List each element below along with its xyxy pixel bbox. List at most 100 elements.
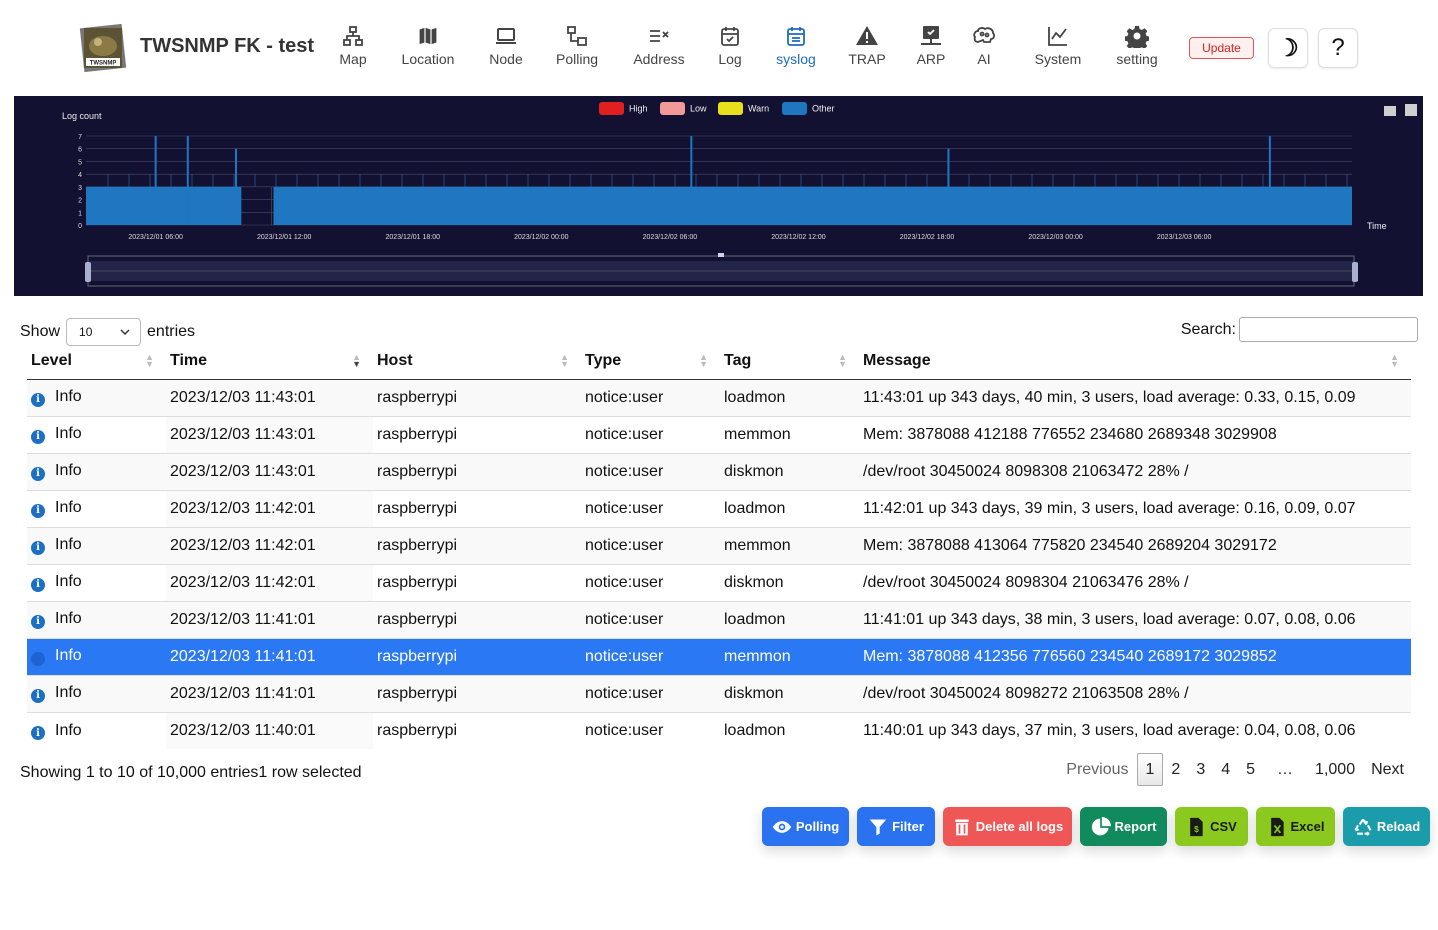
table-row[interactable]: i Info 2023/12/03 11:41:01 raspberrypi notic… bbox=[27, 600, 1411, 638]
info-icon: i bbox=[31, 503, 45, 518]
y-tick-label: 5 bbox=[78, 159, 82, 166]
nav-node[interactable]: Node bbox=[486, 24, 526, 72]
filter-button[interactable]: Filter bbox=[857, 807, 935, 846]
nav-map[interactable]: Map bbox=[338, 24, 368, 72]
zoom-drag-handle bbox=[718, 253, 724, 257]
nav-trap[interactable]: TRAP bbox=[847, 24, 887, 72]
column-header-type[interactable]: Type ▲ ▼ bbox=[581, 344, 720, 380]
nav-trap-label: TRAP bbox=[848, 51, 886, 67]
cell-time: 2023/12/03 11:41:01 bbox=[166, 637, 373, 675]
level-text: Info bbox=[55, 684, 82, 702]
table-row[interactable]: i Info 2023/12/03 11:42:01 raspberrypi notic… bbox=[27, 526, 1411, 564]
theme-toggle-button[interactable]: ☽ bbox=[1268, 28, 1308, 68]
search-input[interactable] bbox=[1239, 317, 1418, 342]
cell-tag: loadmon bbox=[720, 489, 859, 527]
cell-tag: memmon bbox=[720, 526, 859, 564]
info-icon: i bbox=[31, 429, 45, 444]
x-tick-label: 2023/12/01 12:00 bbox=[257, 234, 312, 241]
column-header-time[interactable]: Time ▲ ▼ bbox=[166, 344, 373, 380]
table-info: Showing 1 to 10 of 10,000 entries1 row s… bbox=[20, 764, 362, 781]
next-page-button[interactable]: Next bbox=[1363, 753, 1412, 786]
delete-all-logs-button[interactable]: Delete all logs bbox=[943, 807, 1072, 846]
column-header-level[interactable]: Level ▲ ▼ bbox=[27, 344, 166, 380]
table-row[interactable]: i Info 2023/12/03 11:41:01 raspberrypi notic… bbox=[27, 674, 1411, 712]
moon-icon: ☽ bbox=[1277, 34, 1299, 62]
column-header-message[interactable]: Message ▲ ▼ bbox=[859, 344, 1411, 380]
page-button-2[interactable]: 2 bbox=[1163, 753, 1188, 786]
nav-arp[interactable]: ARP bbox=[914, 24, 948, 72]
nav-ai[interactable]: AI bbox=[972, 24, 996, 72]
page-button-1[interactable]: 1 bbox=[1136, 753, 1164, 786]
y-tick-label: 4 bbox=[78, 172, 82, 179]
update-button[interactable]: Update bbox=[1189, 37, 1254, 59]
nav-syslog[interactable]: syslog bbox=[773, 24, 819, 72]
cell-time: 2023/12/03 11:43:01 bbox=[166, 415, 373, 453]
nav-system-label: System bbox=[1034, 51, 1082, 67]
cell-message: 11:41:01 up 343 days, 38 min, 3 users, l… bbox=[859, 600, 1411, 638]
table-search: Search: bbox=[1181, 317, 1418, 342]
table-header-row: Level ▲ ▼ Time ▲ ▼ Host ▲ ▼ Type ▲ ▼ Tag ▲ ▼ Messa… bbox=[27, 344, 1411, 380]
zoom-tool-icon bbox=[1384, 106, 1396, 116]
reload-button[interactable]: Reload bbox=[1343, 807, 1430, 846]
table-row[interactable]: i Info 2023/12/03 11:42:01 raspberrypi notic… bbox=[27, 489, 1411, 527]
nav-ai-label: AI bbox=[977, 51, 991, 67]
x-tick-label: 2023/12/02 18:00 bbox=[900, 234, 955, 241]
level-text: Info bbox=[55, 388, 82, 406]
cell-tag: loadmon bbox=[720, 378, 859, 416]
excel-button[interactable]: Excel bbox=[1256, 807, 1335, 846]
sort-icon: ▲ ▼ bbox=[560, 352, 569, 369]
x-tick-label: 2023/12/02 00:00 bbox=[514, 234, 569, 241]
table-row[interactable]: i Info 2023/12/03 11:43:01 raspberrypi notic… bbox=[27, 378, 1411, 416]
info-icon: i bbox=[31, 614, 45, 629]
polling-icon bbox=[567, 26, 587, 46]
cell-host: raspberrypi bbox=[373, 674, 581, 712]
cell-level: i Info bbox=[27, 526, 166, 564]
table-row[interactable]: i Info 2023/12/03 11:40:01 raspberrypi notic… bbox=[27, 711, 1411, 749]
filter-button-label: Filter bbox=[892, 819, 924, 834]
sort-icon: ▲ ▼ bbox=[145, 352, 154, 369]
page-button-last[interactable]: 1,000 bbox=[1307, 753, 1363, 786]
column-header-host[interactable]: Host ▲ ▼ bbox=[373, 344, 581, 380]
report-button[interactable]: Report bbox=[1080, 807, 1167, 846]
nav-location[interactable]: Location bbox=[398, 24, 458, 72]
cell-time: 2023/12/03 11:42:01 bbox=[166, 563, 373, 601]
nav-log[interactable]: Log bbox=[715, 24, 745, 72]
x-axis-label: Time bbox=[1367, 221, 1387, 231]
nav-address[interactable]: Address bbox=[629, 24, 689, 72]
cell-type: notice:user bbox=[581, 711, 720, 749]
table-row[interactable]: i Info 2023/12/03 11:43:01 raspberrypi notic… bbox=[27, 415, 1411, 453]
cell-type: notice:user bbox=[581, 489, 720, 527]
table-row[interactable]: i Info 2023/12/03 11:42:01 raspberrypi notic… bbox=[27, 563, 1411, 601]
syslog-table: Level ▲ ▼ Time ▲ ▼ Host ▲ ▼ Type ▲ ▼ Tag ▲ ▼ Messa… bbox=[27, 344, 1411, 749]
help-button[interactable]: ? bbox=[1318, 28, 1358, 68]
table-row[interactable]: i Info 2023/12/03 11:43:01 raspberrypi notic… bbox=[27, 452, 1411, 490]
nav-syslog-label: syslog bbox=[776, 51, 816, 67]
level-text: Info bbox=[55, 425, 82, 443]
log-count-chart: 0 1 2 3 4 5 6 7 2023/12/01 06:00 2023/12/01 12:00… bbox=[14, 96, 1423, 296]
legend-label: Other bbox=[812, 104, 835, 114]
cell-tag: diskmon bbox=[720, 452, 859, 490]
nav-setting[interactable]: setting bbox=[1112, 24, 1162, 72]
previous-page-button[interactable]: Previous bbox=[1058, 753, 1136, 786]
cell-time: 2023/12/03 11:43:01 bbox=[166, 452, 373, 490]
page-button-3[interactable]: 3 bbox=[1188, 753, 1213, 786]
cell-level: i Info bbox=[27, 452, 166, 490]
cell-message: /dev/root 30450024 8098272 21063508 28% … bbox=[859, 674, 1411, 712]
csv-button[interactable]: $ CSV bbox=[1175, 807, 1248, 846]
cell-type: notice:user bbox=[581, 600, 720, 638]
page-size-select[interactable]: 10 bbox=[66, 318, 142, 346]
y-tick-label: 0 bbox=[78, 223, 82, 230]
nav-system[interactable]: System bbox=[1032, 24, 1084, 72]
calendar-list-icon bbox=[787, 27, 805, 46]
legend-swatch bbox=[660, 102, 685, 115]
polling-button[interactable]: Polling bbox=[762, 807, 849, 846]
level-text: Info bbox=[55, 647, 82, 665]
nav-polling[interactable]: Polling bbox=[553, 24, 601, 72]
level-text: Info bbox=[55, 462, 82, 480]
column-header-tag[interactable]: Tag ▲ ▼ bbox=[720, 344, 859, 380]
page-button-4[interactable]: 4 bbox=[1213, 753, 1238, 786]
network-icon bbox=[343, 26, 363, 46]
warning-icon bbox=[856, 26, 878, 45]
table-row[interactable]: i Info 2023/12/03 11:41:01 raspberrypi notic… bbox=[27, 637, 1411, 675]
page-button-5[interactable]: 5 bbox=[1238, 753, 1263, 786]
